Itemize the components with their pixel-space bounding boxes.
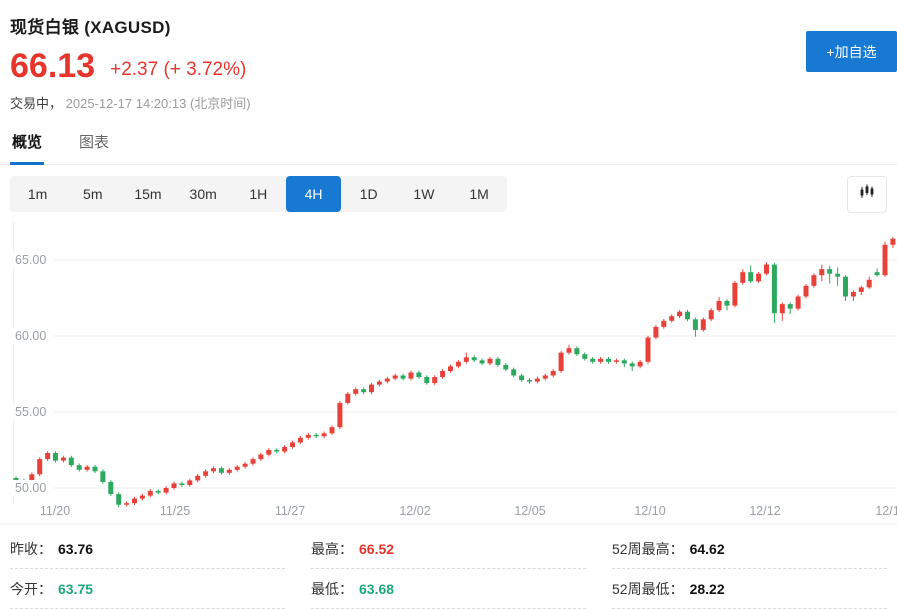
stat-label: 最高：	[311, 539, 353, 559]
timeframe-bar: 1m 5m 15m 30m 1H 4H 1D 1W 1M	[10, 176, 507, 212]
tab-bar: 概览 图表	[0, 127, 897, 165]
stat-value: 63.76	[58, 541, 93, 557]
svg-text:12/17: 12/17	[875, 504, 897, 518]
svg-text:12/12: 12/12	[749, 504, 780, 518]
tab-overview[interactable]: 概览	[10, 127, 44, 164]
svg-text:12/05: 12/05	[514, 504, 545, 518]
timeframe-4h[interactable]: 4H	[286, 176, 341, 212]
svg-text:11/25: 11/25	[160, 504, 190, 518]
status-row: 交易中， 2025-12-17 14:20:13 (北京时间)	[10, 93, 887, 112]
stats-grid: 昨收： 63.76 最高： 66.52 52周最高： 64.62 今开： 63.…	[10, 529, 887, 609]
stat-label: 最低：	[311, 579, 353, 599]
timeframe-15m[interactable]: 15m	[120, 176, 175, 212]
timeframe-1d[interactable]: 1D	[341, 176, 396, 212]
stat-high: 最高： 66.52	[311, 529, 586, 569]
timeframe-1h[interactable]: 1H	[231, 176, 286, 212]
stat-value: 63.68	[359, 581, 394, 597]
page-title: 现货白银 (XAGUSD)	[10, 13, 887, 38]
svg-text:50.00: 50.00	[15, 481, 46, 495]
stat-value: 64.62	[690, 541, 725, 557]
candlestick-chart[interactable]: 65.00 60.00 55.00 50.00 11/20 11/25 11/27 12/02…	[0, 222, 897, 525]
timeframe-5m[interactable]: 5m	[65, 176, 120, 212]
candlestick-icon	[859, 184, 875, 205]
svg-text:12/10: 12/10	[634, 504, 665, 518]
timeframe-1m-month[interactable]: 1M	[452, 176, 507, 212]
quote-page: 现货白银 (XAGUSD) 66.13 +2.37 (+ 3.72%) 交易中，…	[0, 0, 897, 606]
stat-value: 28.22	[690, 581, 725, 597]
svg-text:11/20: 11/20	[40, 504, 70, 518]
svg-text:11/27: 11/27	[275, 504, 305, 518]
timeframe-1m[interactable]: 1m	[10, 176, 65, 212]
trading-status: 交易中，	[10, 96, 62, 111]
quote-header: 现货白银 (XAGUSD) 66.13 +2.37 (+ 3.72%) 交易中，…	[0, 0, 897, 112]
stat-52w-high: 52周最高： 64.62	[612, 529, 887, 569]
quote-timestamp: 2025-12-17 14:20:13 (北京时间)	[66, 96, 251, 111]
svg-text:65.00: 65.00	[15, 253, 46, 267]
svg-text:60.00: 60.00	[15, 329, 46, 343]
stat-label: 52周最高：	[612, 539, 684, 559]
stat-52w-low: 52周最低： 28.22	[612, 569, 887, 609]
stat-prev-close: 昨收： 63.76	[10, 529, 285, 569]
stat-low: 最低： 63.68	[311, 569, 586, 609]
chart-type-button[interactable]	[847, 176, 887, 213]
current-price: 66.13	[10, 49, 95, 83]
price-change: +2.37 (+ 3.72%)	[110, 59, 246, 83]
stat-value: 63.75	[58, 581, 93, 597]
stat-label: 52周最低：	[612, 579, 684, 599]
stat-value: 66.52	[359, 541, 394, 557]
svg-text:55.00: 55.00	[15, 405, 46, 419]
stat-label: 昨收：	[10, 539, 52, 559]
tab-chart[interactable]: 图表	[77, 127, 111, 164]
chart-controls: 1m 5m 15m 30m 1H 4H 1D 1W 1M	[10, 176, 887, 213]
price-row: 66.13 +2.37 (+ 3.72%)	[10, 49, 887, 83]
stat-open: 今开： 63.75	[10, 569, 285, 609]
stat-label: 今开：	[10, 579, 52, 599]
add-watchlist-button[interactable]: +加自选	[806, 31, 897, 72]
timeframe-1w[interactable]: 1W	[396, 176, 451, 212]
svg-text:12/02: 12/02	[399, 504, 430, 518]
chart-area: 65.00 60.00 55.00 50.00 11/20 11/25 11/27 12/02…	[0, 222, 897, 525]
timeframe-30m[interactable]: 30m	[176, 176, 231, 212]
